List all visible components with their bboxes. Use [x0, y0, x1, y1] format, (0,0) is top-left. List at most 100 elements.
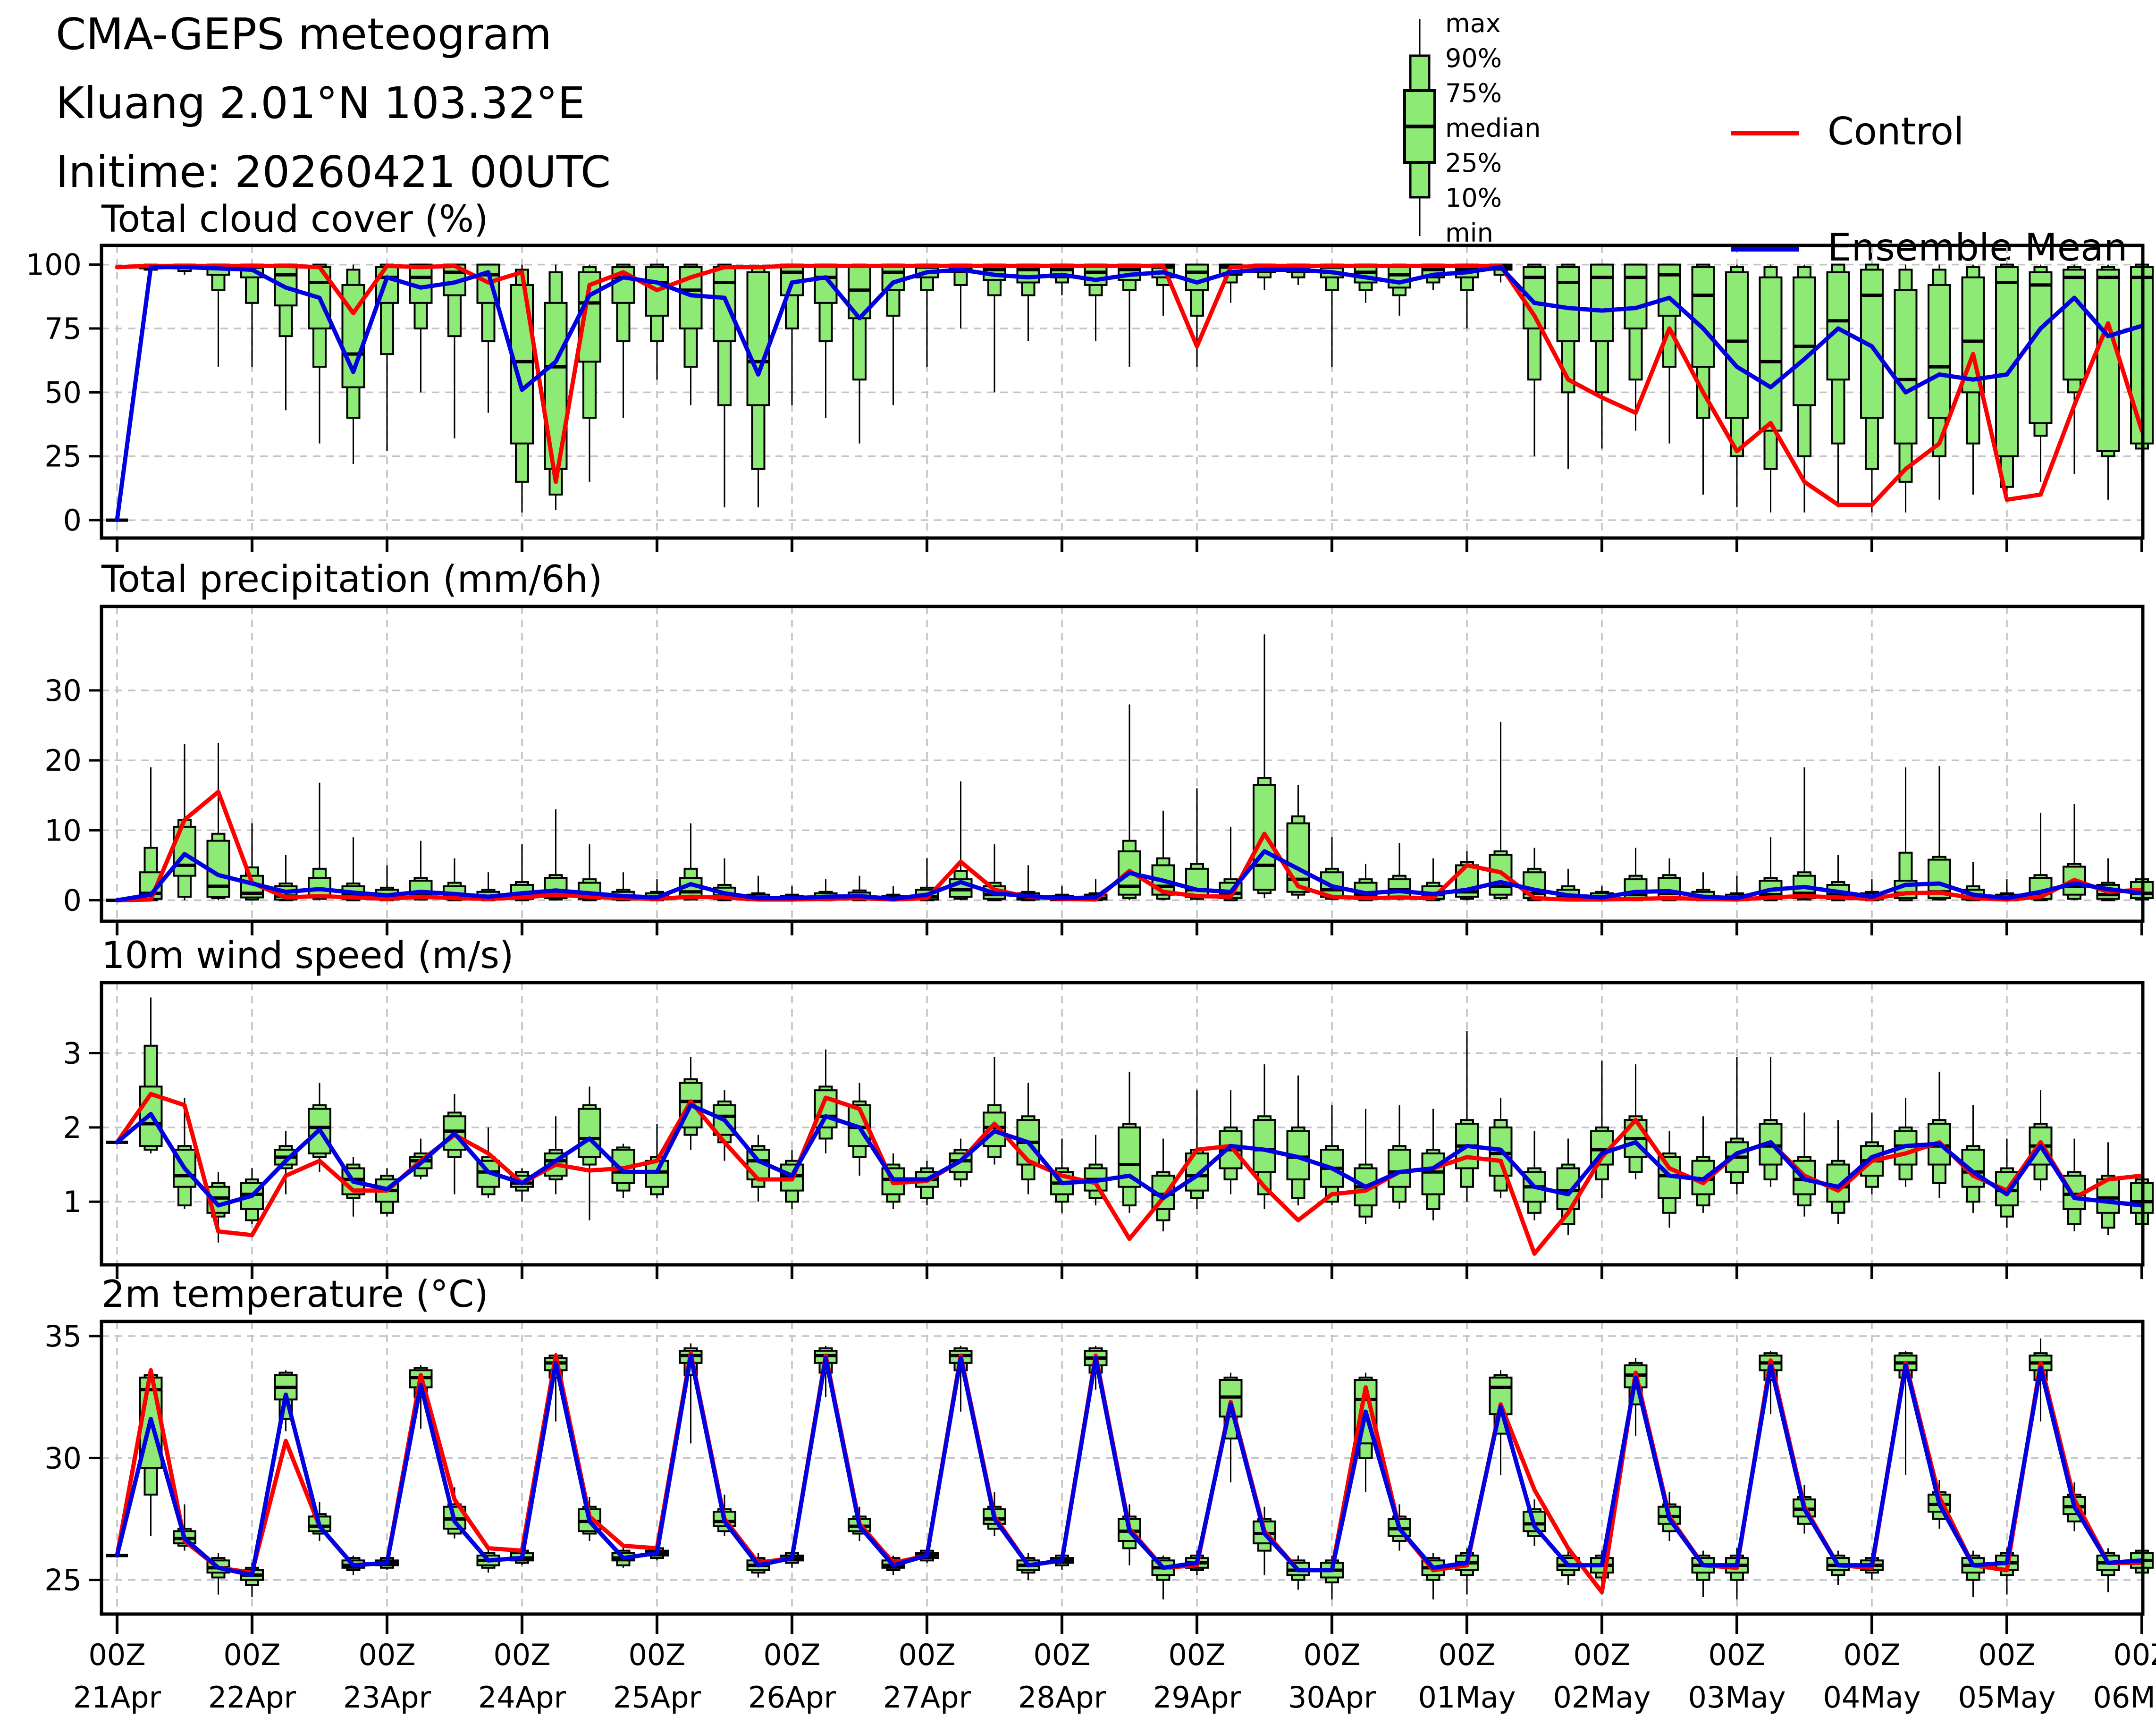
boxplot-glyph	[241, 265, 263, 367]
boxplot-glyph	[1591, 1060, 1613, 1198]
y-tick-label: 50	[44, 375, 82, 410]
boxplot-glyph	[1321, 265, 1343, 367]
boxplot-glyph	[680, 265, 702, 405]
x-tick-hour-label: 00Z	[88, 1638, 145, 1672]
boxplot-glyph	[1693, 1116, 1714, 1213]
x-tick-date-label: 05May	[1958, 1680, 2055, 1715]
panel-frame	[101, 983, 2143, 1265]
boxplot-glyph	[478, 265, 499, 413]
boxplot-glyph	[1186, 788, 1208, 900]
boxplot-glyph	[984, 1057, 1005, 1164]
boxplot-glyph	[444, 265, 465, 438]
x-tick-hour-label: 00Z	[898, 1638, 955, 1672]
boxplot-glyph	[1895, 1098, 1917, 1187]
x-tick-date-label: 30Apr	[1288, 1680, 1376, 1715]
boxplot-glyph	[1119, 265, 1140, 367]
boxplot-glyph	[208, 265, 229, 367]
boxplot-glyph	[545, 809, 567, 900]
boxplot-25-75-box	[1288, 823, 1309, 892]
x-tick-hour-label: 00Z	[223, 1638, 280, 1672]
boxplot-glyph	[309, 265, 330, 444]
panel-0: 0255075100	[26, 245, 2153, 552]
boxplot-25-75-box	[2063, 269, 2085, 379]
boxplot-glyph	[1625, 265, 1647, 431]
boxplot-glyph	[1051, 265, 1073, 295]
boxplot-glyph	[309, 783, 330, 900]
boxplot-25-75-box	[1186, 265, 1208, 290]
y-tick-label: 0	[63, 883, 82, 918]
boxplot-glyph	[2030, 813, 2052, 900]
boxplot-25-75-box	[1254, 1120, 1275, 1172]
x-tick-date-label: 26Apr	[748, 1680, 836, 1715]
x-tick-hour-label: 00Z	[1438, 1638, 1495, 1672]
boxplot-25-75-box	[1625, 265, 1647, 328]
boxplot-25-75-box	[1558, 267, 1579, 341]
boxplot-25-75-box	[2030, 272, 2052, 423]
boxplot-glyph	[2097, 265, 2119, 500]
x-tick-hour-label: 00Z	[1708, 1638, 1765, 1672]
y-tick-label: 20	[44, 743, 82, 778]
boxplot-25-75-box	[748, 272, 769, 405]
boxplot-25-75-box	[1423, 1153, 1444, 1195]
boxplot-glyph	[1962, 1551, 1984, 1597]
boxplot-glyph	[950, 265, 972, 328]
boxplot-glyph	[1591, 265, 1613, 449]
y-tick-label: 25	[44, 1563, 82, 1598]
x-tick-hour-label: 00Z	[1843, 1638, 1900, 1672]
boxplot-glyph	[309, 1083, 330, 1172]
boxplot-glyph	[1355, 265, 1377, 303]
boxplot-glyph	[1355, 1109, 1377, 1224]
y-tick-label: 75	[44, 311, 82, 346]
x-tick-hour-label: 00Z	[1573, 1638, 1630, 1672]
y-tick-label: 30	[44, 673, 82, 708]
boxplot-25-75-box	[1659, 265, 1680, 316]
x-tick-date-label: 06May	[2093, 1680, 2156, 1715]
boxplot-glyph	[2030, 265, 2052, 482]
panel-2: 123	[63, 983, 2153, 1279]
boxplot-glyph	[1828, 265, 1849, 507]
boxplot-glyph	[1861, 265, 1883, 513]
legend-graphics	[1405, 19, 1799, 249]
x-tick-date-label: 24Apr	[478, 1680, 566, 1715]
x-tick-date-label: 25Apr	[613, 1680, 701, 1715]
x-tick-date-label: 21Apr	[73, 1680, 161, 1715]
boxplot-glyph	[1119, 1072, 1140, 1213]
boxplot-25-75-box	[579, 1109, 600, 1157]
boxplot-25-75-box	[1726, 272, 1748, 418]
x-tick-hour-label: 00Z	[763, 1638, 820, 1672]
boxplot-glyph	[1929, 766, 1950, 900]
x-tick-hour-label: 00Z	[2113, 1638, 2156, 1672]
x-tick-date-label: 22Apr	[208, 1680, 296, 1715]
x-tick-hour-label: 00Z	[1978, 1638, 2035, 1672]
boxplot-glyph	[916, 265, 938, 367]
boxplot-glyph	[883, 265, 904, 405]
x-tick-hour-label: 00Z	[493, 1638, 550, 1672]
boxplot-25-75-box	[1389, 879, 1410, 897]
x-tick-date-label: 27Apr	[883, 1680, 971, 1715]
boxplot-glyph	[1389, 1105, 1410, 1209]
boxplot-glyph	[1929, 265, 1950, 500]
boxplot-glyph	[1085, 265, 1107, 341]
boxplot-glyph	[1659, 265, 1680, 444]
x-tick-hour-label: 00Z	[628, 1638, 685, 1672]
y-tick-label: 25	[44, 439, 82, 474]
x-tick-date-label: 23Apr	[343, 1680, 431, 1715]
y-tick-label: 35	[44, 1319, 82, 1354]
boxplot-glyph	[1456, 851, 1478, 900]
boxplot-25-75-box	[1760, 278, 1782, 431]
x-tick-date-label: 01May	[1418, 1680, 1516, 1715]
x-tick-hour-label: 00Z	[1303, 1638, 1360, 1672]
boxplot-25-75-box	[1895, 290, 1917, 444]
x-tick-date-label: 29Apr	[1153, 1680, 1241, 1715]
y-tick-label: 1	[63, 1185, 82, 1219]
boxplot-25-75-box	[1659, 878, 1680, 899]
boxplot-glyph	[1828, 1120, 1849, 1224]
boxplot-glyph	[1288, 1076, 1309, 1205]
boxplot-25-75-box	[1828, 272, 1849, 379]
boxplot-25-75-box	[1794, 278, 1815, 405]
x-tick-date-label: 02May	[1553, 1680, 1651, 1715]
boxplot-glyph	[1929, 1072, 1950, 1198]
x-tick-hour-label: 00Z	[1033, 1638, 1090, 1672]
boxplot-glyph	[748, 265, 769, 507]
x-tick-date-label: 04May	[1823, 1680, 1920, 1715]
